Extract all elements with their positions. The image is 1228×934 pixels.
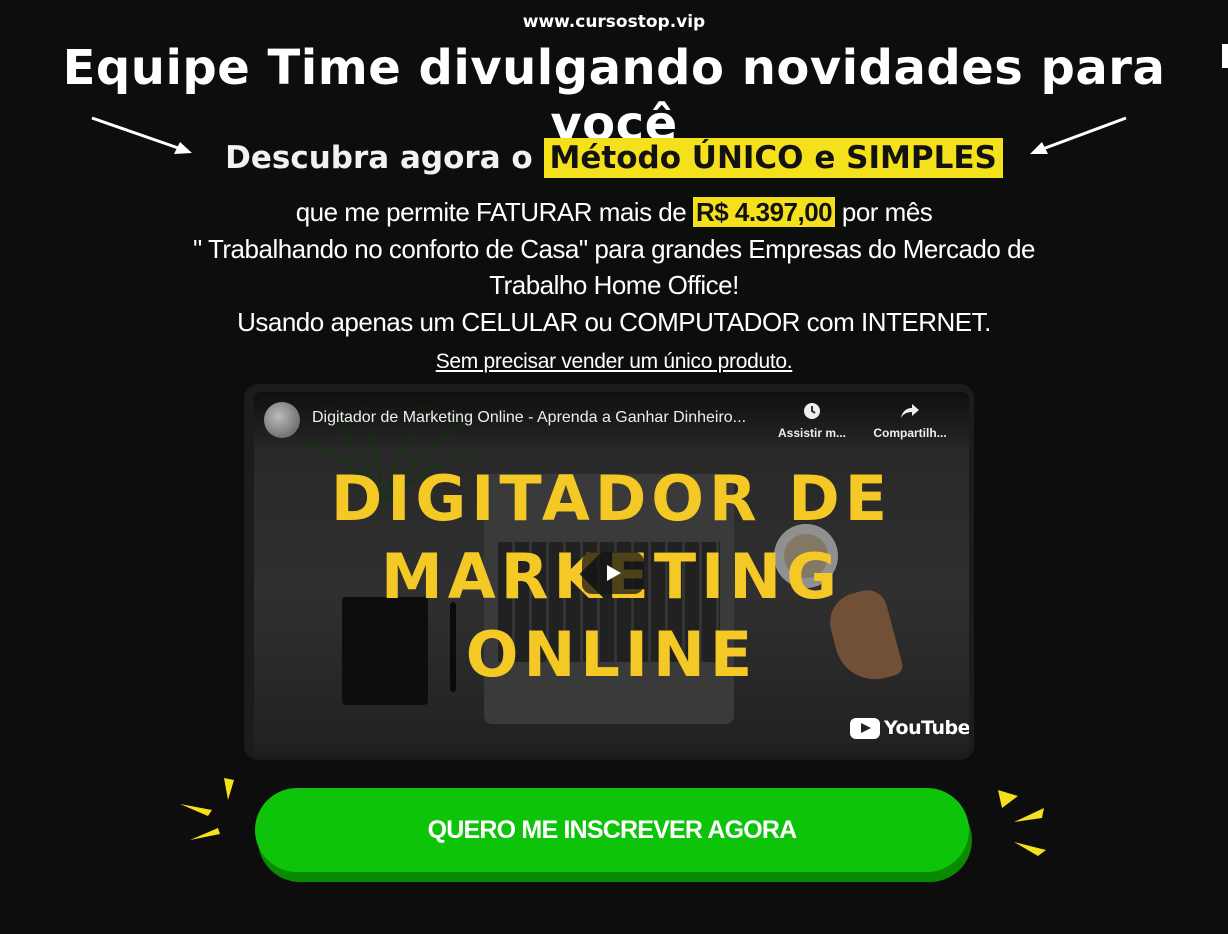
share-button[interactable]: Compartilh... — [868, 402, 952, 440]
body-line-4: Usando apenas um CELULAR ou COMPUTADOR c… — [237, 306, 991, 337]
headline: Descubra agora o Método ÚNICO e SIMPLES — [0, 138, 1228, 178]
thumbnail-line-1: DIGITADOR DE — [330, 462, 893, 535]
price-highlight: R$ 4.397,00 — [692, 197, 836, 227]
edge-mark — [1222, 44, 1228, 68]
body-line-2: " Trabalhando no conforto de Casa" para … — [193, 233, 1036, 264]
thumbnail-line-3: ONLINE — [465, 618, 758, 691]
watch-later-button[interactable]: Assistir m... — [772, 402, 852, 440]
youtube-logo[interactable]: YouTube — [850, 717, 969, 739]
share-label: Compartilh... — [873, 426, 947, 440]
headline-prefix: Descubra agora o — [225, 140, 533, 176]
youtube-icon — [850, 717, 880, 739]
video-player[interactable]: DIGITADOR DE MARKETING ONLINE Digitador … — [254, 392, 969, 753]
body-text: que me permite FATURAR mais de R$ 4.397,… — [0, 194, 1228, 340]
share-icon — [901, 404, 919, 418]
subscribe-button[interactable]: QUERO ME INSCREVER AGORA — [255, 788, 969, 872]
body-line-1-suffix: por mês — [841, 197, 933, 227]
headline-highlight: Método ÚNICO e SIMPLES — [543, 138, 1003, 178]
sparkle-left-icon — [180, 778, 234, 840]
subline: Sem precisar vender um único produto. — [435, 350, 793, 373]
site-url: www.cursostop.vip — [522, 12, 706, 32]
watch-later-label: Assistir m... — [777, 426, 847, 440]
body-line-1: que me permite FATURAR mais de R$ 4.397,… — [0, 194, 1228, 231]
clock-icon — [804, 403, 820, 419]
sparkle-right-icon — [998, 790, 1046, 856]
play-button[interactable] — [582, 552, 644, 594]
video-title-link[interactable]: Digitador de Marketing Online - Aprenda … — [312, 409, 746, 427]
youtube-label: YouTube — [884, 717, 969, 739]
body-line-3: Trabalho Home Office! — [489, 270, 739, 300]
body-line-1-prefix: que me permite FATURAR mais de — [295, 197, 687, 227]
channel-avatar[interactable] — [264, 402, 300, 438]
